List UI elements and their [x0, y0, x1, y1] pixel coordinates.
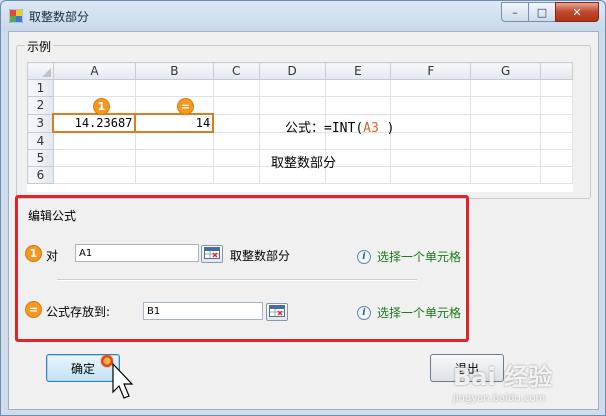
minimize-button[interactable]: –	[501, 2, 529, 22]
formula-tail: )	[378, 121, 395, 136]
source-cell-input[interactable]: A1	[75, 244, 199, 262]
range-select-icon	[269, 305, 285, 317]
row-header[interactable]: 1	[27, 79, 54, 97]
row-header[interactable]: 6	[27, 166, 54, 184]
app-icon	[9, 9, 23, 23]
marker-1-badge: 1	[94, 99, 109, 114]
column-header[interactable]: A	[52, 62, 136, 80]
row1-hint-text: 选择一个单元格	[377, 250, 462, 264]
example-spreadsheet: A B C D E F G 1 2 3 14.23687 14 4 5 6 1 …	[27, 62, 573, 192]
row-header[interactable]: 4	[27, 131, 54, 150]
column-header-empty	[540, 62, 573, 80]
example-group-label: 示例	[25, 38, 54, 55]
window-title: 取整数部分	[29, 10, 90, 24]
range-select-icon	[204, 247, 220, 259]
formula-display: 公式：=INT(A3 )	[285, 117, 394, 136]
cell-a3[interactable]: 14.23687	[52, 113, 137, 133]
dialog-client-area: 示例 A B C D E F G 1 2 3 14.23687 14 4 5 6…	[8, 31, 599, 410]
row2-marker-badge: =	[26, 302, 41, 317]
info-icon: i	[357, 249, 371, 264]
watermark-logo: Bai 经验	[453, 363, 553, 391]
row-header[interactable]: 2	[27, 96, 54, 115]
formula-prefix: 公式：	[285, 121, 325, 136]
row-header[interactable]: 5	[27, 149, 54, 167]
formula-reference: A3	[363, 121, 379, 136]
column-header[interactable]: D	[258, 62, 326, 80]
source-cell-picker-button[interactable]	[201, 245, 223, 263]
mouse-pointer-icon	[112, 362, 134, 399]
maximize-button[interactable]: □	[528, 2, 556, 22]
row2-hint: i 选择一个单元格	[357, 304, 461, 321]
edit-group-label: 编辑公式	[26, 207, 79, 224]
column-header[interactable]: G	[470, 62, 542, 80]
close-button[interactable]: ✕	[555, 2, 599, 22]
example-caption: 取整数部分	[271, 156, 337, 171]
target-cell-picker-button[interactable]	[266, 303, 288, 321]
watermark-url: jingyan.baidu.com	[453, 393, 546, 404]
dialog-window: 取整数部分 – □ ✕ 示例 A B C D E F G 1 2 3 14.23…	[0, 0, 606, 416]
column-header[interactable]: C	[212, 62, 260, 80]
row1-suffix-label: 取整数部分	[230, 249, 291, 263]
row1-marker-badge: 1	[26, 246, 41, 261]
row2-hint-text: 选择一个单元格	[377, 306, 462, 320]
edit-divider	[57, 279, 417, 281]
marker-equals-badge: =	[178, 99, 193, 114]
formula-head: =INT(	[324, 121, 364, 136]
title-bar[interactable]: 取整数部分 – □ ✕	[1, 1, 605, 31]
column-header[interactable]: E	[324, 62, 392, 80]
target-cell-input[interactable]: B1	[143, 302, 263, 320]
row2-label: 公式存放到:	[46, 305, 111, 319]
column-header[interactable]: F	[390, 62, 472, 80]
column-header[interactable]: B	[134, 62, 214, 80]
select-all-corner[interactable]	[27, 62, 54, 80]
cell-b3[interactable]: 14	[134, 113, 215, 133]
row-header[interactable]: 3	[27, 113, 54, 133]
row1-label: 对	[46, 249, 59, 263]
row1-hint: i 选择一个单元格	[357, 248, 461, 265]
info-icon: i	[357, 305, 371, 320]
